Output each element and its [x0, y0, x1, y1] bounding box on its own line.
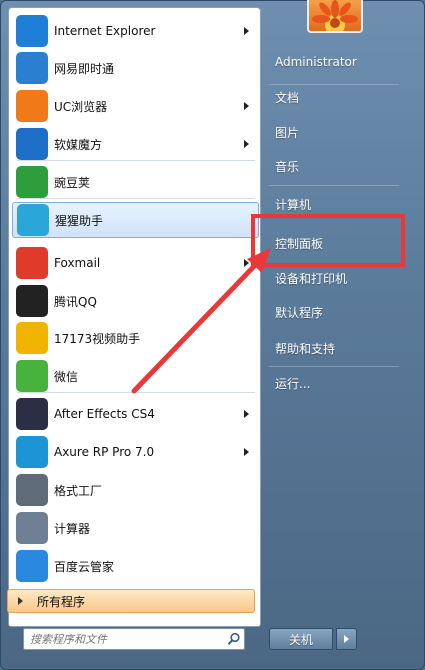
right-divider	[269, 366, 399, 367]
program-item[interactable]: UC浏览器	[12, 88, 259, 124]
program-item[interactable]: 腾讯QQ	[12, 283, 259, 319]
search-input[interactable]	[24, 629, 224, 649]
program-label: 百度云管家	[54, 559, 115, 574]
program-item[interactable]: 计算器	[12, 510, 259, 546]
right-item[interactable]: 默认程序	[275, 301, 323, 323]
program-item[interactable]: 豌豆荚	[12, 164, 259, 200]
program-item[interactable]: 格式工厂	[12, 472, 259, 508]
program-item[interactable]: 百度云管家	[12, 548, 259, 584]
right-item[interactable]: 计算机	[275, 193, 311, 215]
submenu-arrow-icon[interactable]	[244, 410, 249, 418]
program-label: UC浏览器	[54, 99, 108, 114]
calculator-icon	[16, 512, 48, 544]
program-item[interactable]: Foxmail	[12, 245, 259, 281]
program-label: 计算器	[54, 521, 91, 536]
uc-browser-icon	[16, 90, 48, 122]
program-item[interactable]: 软媒魔方	[12, 126, 259, 162]
program-item[interactable]: After Effects CS4	[12, 396, 259, 432]
program-label: 格式工厂	[54, 483, 103, 498]
program-label: 网易即时通	[54, 61, 115, 76]
program-divider	[17, 392, 255, 393]
program-label: 微信	[54, 369, 79, 384]
after-effects-icon	[16, 398, 48, 430]
right-divider	[269, 84, 399, 85]
right-item[interactable]: 设备和打印机	[275, 267, 347, 289]
program-label: Axure RP Pro 7.0	[54, 445, 155, 459]
program-label: 豌豆荚	[54, 175, 91, 190]
wechat-icon	[16, 360, 48, 392]
start-menu: Internet Explorer 网易即时通 UC浏览器软媒魔方豌豆荚猩猩助手 Fo…	[0, 0, 425, 670]
user-avatar[interactable]	[307, 0, 363, 33]
foxmail-icon	[16, 247, 48, 279]
all-programs-button[interactable]: 所有程序	[7, 589, 255, 613]
program-label: Internet Explorer	[54, 24, 156, 38]
shutdown-control: 关机	[269, 628, 357, 650]
program-item[interactable]: 微信	[12, 358, 259, 394]
submenu-arrow-icon[interactable]	[244, 102, 249, 110]
search-box[interactable]	[23, 628, 245, 650]
program-divider	[17, 160, 255, 161]
all-programs-label: 所有程序	[37, 594, 86, 609]
program-item[interactable]: Internet Explorer	[12, 13, 259, 49]
right-item[interactable]: Administrator	[275, 51, 357, 73]
right-item[interactable]: 控制面板	[275, 232, 323, 254]
program-label: 软媒魔方	[54, 137, 103, 152]
baidu-cloud-icon	[16, 550, 48, 582]
submenu-arrow-icon[interactable]	[244, 140, 249, 148]
wandoujia-icon	[16, 166, 48, 198]
video-17173-icon	[16, 322, 48, 354]
program-label: 猩猩助手	[55, 213, 104, 228]
shutdown-options-button[interactable]	[335, 628, 357, 650]
program-label: 腾讯QQ	[54, 294, 97, 309]
right-item[interactable]: 音乐	[275, 155, 299, 177]
shutdown-button[interactable]: 关机	[269, 628, 333, 650]
right-item[interactable]: 帮助和支持	[275, 337, 335, 359]
right-item[interactable]: 文档	[275, 86, 299, 108]
format-factory-icon	[16, 474, 48, 506]
internet-explorer-icon	[16, 15, 48, 47]
right-divider	[269, 185, 399, 186]
right-item[interactable]: 运行...	[275, 372, 310, 394]
program-label: Foxmail	[54, 256, 101, 270]
program-item[interactable]: Axure RP Pro 7.0	[12, 434, 259, 470]
netease-popo-icon	[16, 52, 48, 84]
submenu-arrow-icon[interactable]	[244, 448, 249, 456]
search-icon[interactable]	[224, 629, 244, 649]
submenu-arrow-icon[interactable]	[244, 27, 249, 35]
triangle-right-icon	[343, 635, 349, 643]
xingxing-assistant-icon	[17, 204, 49, 236]
program-item[interactable]: 网易即时通	[12, 50, 259, 86]
right-item[interactable]: 图片	[275, 121, 299, 143]
ruanmei-mofang-icon	[16, 128, 48, 160]
program-item[interactable]: 猩猩助手	[12, 202, 259, 238]
program-divider	[17, 198, 255, 199]
qq-penguin-icon	[16, 285, 48, 317]
program-label: 17173视频助手	[54, 331, 141, 346]
program-label: After Effects CS4	[54, 407, 155, 421]
submenu-arrow-icon[interactable]	[244, 259, 249, 267]
programs-pane: Internet Explorer 网易即时通 UC浏览器软媒魔方豌豆荚猩猩助手 Fo…	[8, 7, 261, 627]
triangle-right-icon	[18, 597, 23, 605]
axure-icon	[16, 436, 48, 468]
program-item[interactable]: 17173视频助手	[12, 320, 259, 356]
